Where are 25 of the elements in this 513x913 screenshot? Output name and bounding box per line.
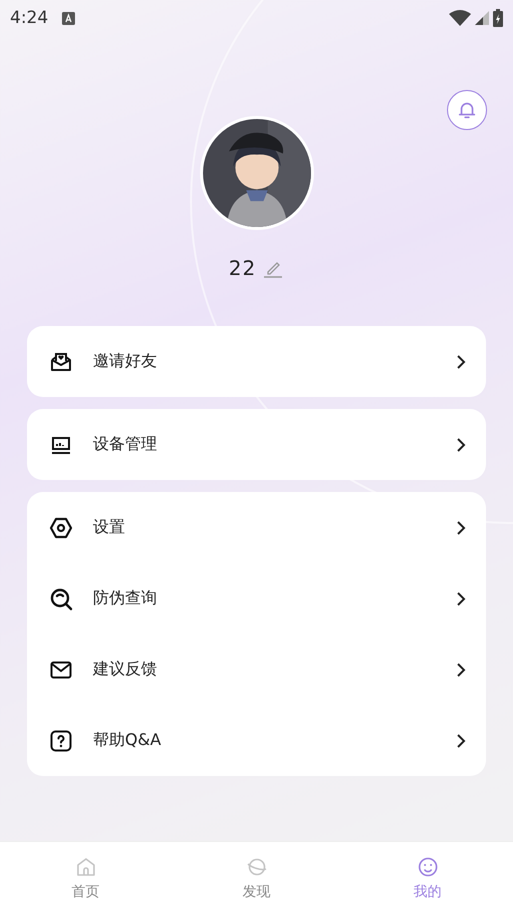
notification-button[interactable] xyxy=(447,90,487,130)
menu-item[interactable]: 设备管理 xyxy=(27,409,486,480)
menu-item[interactable]: 防伪查询 xyxy=(27,563,486,634)
menu-item[interactable]: 建议反馈 xyxy=(27,634,486,705)
help-icon xyxy=(49,728,73,752)
chevron-icon xyxy=(456,438,466,452)
status-time: 4:24 xyxy=(10,8,48,28)
chevron-icon xyxy=(456,734,466,748)
nav-tab[interactable]: 首页 xyxy=(0,842,171,913)
user-name: 22 xyxy=(228,256,256,280)
menu-item[interactable]: 帮助Q&A xyxy=(27,705,486,776)
nav-tab[interactable]: 发现 xyxy=(171,842,342,913)
search-icon xyxy=(49,586,73,610)
chevron-icon xyxy=(456,520,466,534)
keyboard-notification-icon xyxy=(62,12,76,24)
wifi-icon xyxy=(449,10,471,26)
battery-icon xyxy=(493,9,503,27)
chevron-icon xyxy=(456,662,466,676)
menu-item[interactable]: 邀请好友 xyxy=(27,326,486,397)
chevron-icon xyxy=(456,592,466,606)
menu-item[interactable]: 设置 xyxy=(27,492,486,563)
smiley-icon xyxy=(416,854,440,878)
signal-icon xyxy=(475,11,489,25)
settings-icon xyxy=(49,516,73,540)
chevron-icon xyxy=(456,354,466,368)
